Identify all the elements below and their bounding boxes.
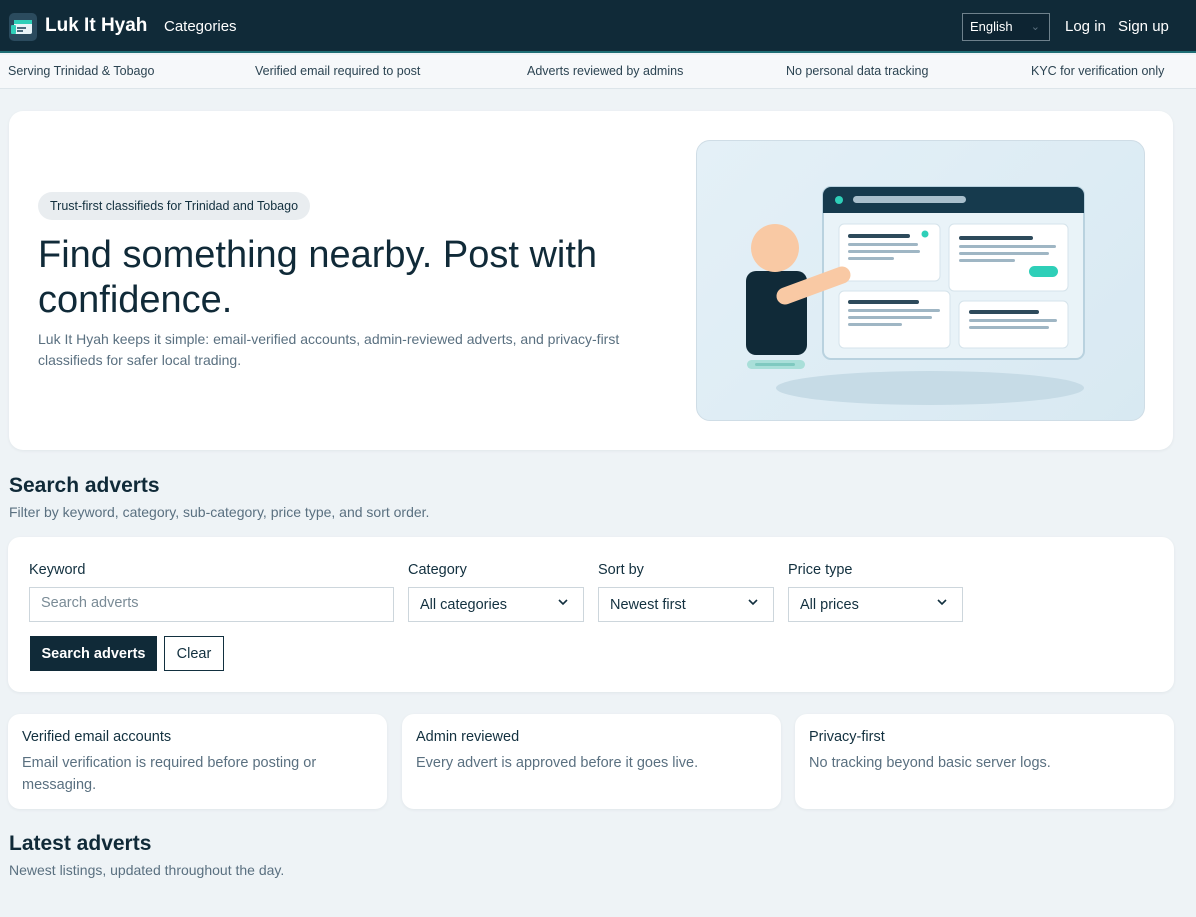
trust-item-region: Serving Trinidad & Tobago (8, 64, 155, 78)
search-section-subheading: Filter by keyword, category, sub-categor… (9, 504, 430, 520)
trust-strip: Serving Trinidad & Tobago Verified email… (0, 55, 1196, 89)
chevron-down-icon (557, 596, 569, 611)
chevron-down-icon: ⌄ (1030, 21, 1040, 33)
price-type-select[interactable]: All prices (788, 587, 963, 622)
feature-body: Every advert is approved before it goes … (416, 755, 699, 771)
hero-title: Find something nearby. Post with confide… (38, 234, 598, 321)
trust-item-admin-review: Adverts reviewed by admins (527, 64, 684, 78)
search-form-card: Keyword Category All categories Sort by … (8, 537, 1174, 692)
clear-button[interactable]: Clear (164, 636, 224, 671)
trust-item-verified-email: Verified email required to post (255, 64, 421, 78)
search-adverts-button[interactable]: Search adverts (30, 636, 157, 671)
latest-adverts-subheading: Newest listings, updated throughout the … (9, 862, 285, 878)
keyword-field[interactable] (29, 587, 394, 622)
brand-name[interactable]: Luk It Hyah (45, 15, 147, 37)
sort-select-value: Newest first (610, 597, 686, 613)
sort-label: Sort by (598, 562, 644, 578)
feature-title: Admin reviewed (416, 729, 520, 745)
feature-title: Verified email accounts (22, 729, 172, 745)
feature-card-admin-reviewed: Admin reviewed Every advert is approved … (402, 714, 781, 809)
price-type-select-value: All prices (800, 597, 859, 613)
chevron-down-icon (747, 596, 759, 611)
hero-description: Luk It Hyah keeps it simple: email-verif… (38, 331, 620, 368)
nav-link-categories[interactable]: Categories (164, 18, 237, 35)
brand-logo-icon[interactable] (9, 13, 37, 41)
feature-card-verified-email: Verified email accounts Email verificati… (8, 714, 387, 809)
hero-pill-badge: Trust-first classifieds for Trinidad and… (38, 192, 311, 220)
feature-body: Email verification is required before po… (22, 755, 317, 793)
category-select[interactable]: All categories (408, 587, 584, 622)
feature-card-privacy-first: Privacy-first No tracking beyond basic s… (795, 714, 1174, 809)
trust-item-kyc: KYC for verification only (1031, 64, 1165, 78)
category-select-value: All categories (420, 597, 508, 613)
top-navbar: Luk It Hyah Categories English ⌄ Log in … (0, 0, 1196, 53)
login-link[interactable]: Log in (1065, 18, 1106, 35)
keyword-input[interactable] (41, 595, 371, 611)
latest-adverts-heading: Latest adverts (9, 832, 152, 855)
keyword-label: Keyword (29, 562, 86, 578)
search-section-heading: Search adverts (9, 474, 160, 497)
hero-illustration (696, 140, 1145, 421)
feature-title: Privacy-first (809, 729, 885, 745)
signup-link[interactable]: Sign up (1118, 18, 1169, 35)
hero-card: Trust-first classifieds for Trinidad and… (9, 111, 1173, 450)
chevron-down-icon (936, 596, 948, 611)
category-label: Category (408, 562, 467, 578)
price-type-label: Price type (788, 562, 853, 578)
feature-body: No tracking beyond basic server logs. (809, 755, 1051, 771)
language-select-value: English (970, 19, 1013, 34)
language-select[interactable]: English ⌄ (962, 13, 1050, 41)
sort-select[interactable]: Newest first (598, 587, 774, 622)
trust-item-no-tracking: No personal data tracking (786, 64, 929, 78)
